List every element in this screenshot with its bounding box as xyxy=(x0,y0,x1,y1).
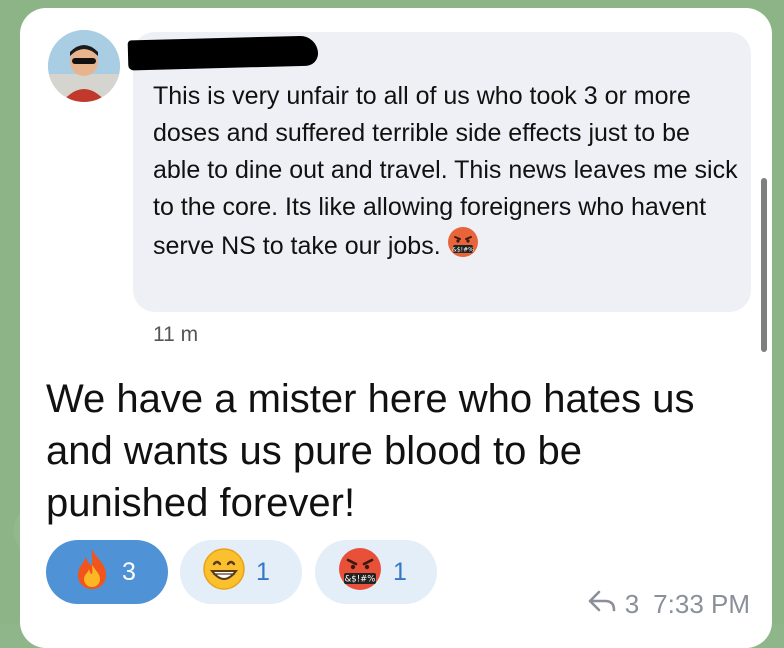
angry-cursing-face-icon: &$!#% xyxy=(337,546,383,599)
redacted-sender-name xyxy=(127,35,319,71)
forward-icon xyxy=(587,589,617,620)
avatar-photo xyxy=(48,30,120,102)
reaction-count: 3 xyxy=(122,557,136,586)
message-text: We have a mister here who hates us and w… xyxy=(46,377,695,525)
reaction-grinning-face[interactable]: 1 xyxy=(180,540,302,604)
quoted-message-body: This is very unfair to all of us who too… xyxy=(153,82,738,261)
fire-icon xyxy=(72,547,112,598)
reaction-count: 1 xyxy=(256,557,270,586)
svg-text:&$!#%: &$!#% xyxy=(345,574,376,584)
grinning-face-icon xyxy=(202,547,246,598)
reaction-fire[interactable]: 3 xyxy=(46,540,168,604)
svg-text:&$!#%: &$!#% xyxy=(452,247,474,254)
message-time: 7:33 PM xyxy=(653,589,750,619)
quoted-message-time: 11 m xyxy=(153,323,199,346)
forward-count: 3 xyxy=(624,589,640,619)
reaction-count: 1 xyxy=(393,557,407,586)
avatar[interactable] xyxy=(48,30,120,102)
angry-cursing-face-icon: &$!#% xyxy=(447,226,479,269)
message-meta: 3 7:33 PM xyxy=(587,589,750,620)
scrollbar[interactable] xyxy=(761,178,767,352)
reaction-angry-cursing-face[interactable]: &$!#% 1 xyxy=(315,540,437,604)
quoted-message-text: This is very unfair to all of us who too… xyxy=(153,78,743,269)
